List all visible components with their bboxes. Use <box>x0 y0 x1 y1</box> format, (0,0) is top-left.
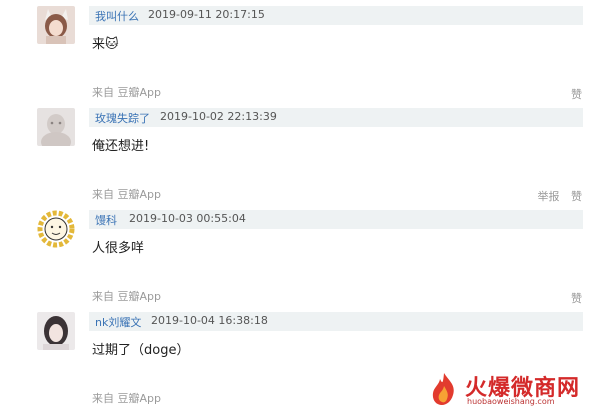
like-button[interactable]: 赞 <box>571 190 582 203</box>
comment-timestamp: 2019-10-04 16:38:18 <box>151 314 268 327</box>
comment-actions: 赞 <box>563 86 582 102</box>
comment-text: 来🐱 <box>92 37 119 52</box>
blurry-photo-avatar-icon <box>37 108 75 146</box>
like-button[interactable]: 赞 <box>571 88 582 101</box>
report-button[interactable]: 举报 <box>538 190 560 203</box>
comment-meta-bar: 玫瑰失踪了 2019-10-02 22:13:39 <box>89 108 583 127</box>
username-link[interactable]: 我叫什么 <box>95 8 139 24</box>
girl-photo-avatar-icon <box>37 312 75 350</box>
comment-meta-bar: 我叫什么 2019-09-11 20:17:15 <box>89 6 583 25</box>
avatar[interactable] <box>37 6 75 44</box>
comment-source: 来自 豆瓣App <box>92 290 161 303</box>
comment-item: 玫瑰失踪了 2019-10-02 22:13:39 俺还想进! 来自 豆瓣App… <box>0 102 600 204</box>
username-link[interactable]: 玫瑰失踪了 <box>95 110 150 126</box>
comment-source: 来自 豆瓣App <box>92 188 161 201</box>
comment-text: 人很多咩 <box>92 241 145 256</box>
username-link[interactable]: nk刘耀文 <box>95 314 141 330</box>
comment-source: 来自 豆瓣App <box>92 86 161 99</box>
comment-actions: 赞 <box>563 290 582 306</box>
comment-text: 过期了（doge） <box>92 343 190 358</box>
like-button[interactable]: 赞 <box>571 292 582 305</box>
comment-meta-bar: nk刘耀文 2019-10-04 16:38:18 <box>89 312 583 331</box>
avatar[interactable] <box>37 108 75 146</box>
comment-timestamp: 2019-09-11 20:17:15 <box>148 8 265 21</box>
comment-timestamp: 2019-10-02 22:13:39 <box>160 110 277 123</box>
comment-item: 我叫什么 2019-09-11 20:17:15 来🐱 来自 豆瓣App 赞 <box>0 0 600 102</box>
comment-source: 来自 豆瓣App <box>92 392 161 405</box>
flame-logo-icon <box>432 373 454 405</box>
comment-timestamp: 2019-10-03 00:55:04 <box>129 212 246 225</box>
watermark: 火爆微商网 huobaoweishang.com <box>425 370 590 408</box>
lion-cartoon-avatar-icon <box>37 210 75 248</box>
comment-meta-bar: 馒科 2019-10-03 00:55:04 <box>89 210 583 229</box>
cat-girl-avatar-icon <box>37 6 75 44</box>
comment-item: 馒科 2019-10-03 00:55:04 人很多咩 来自 豆瓣App 赞 <box>0 204 600 306</box>
avatar[interactable] <box>37 210 75 248</box>
username-link[interactable]: 馒科 <box>95 212 117 228</box>
watermark-url: huobaoweishang.com <box>467 397 555 406</box>
comment-actions: 举报 赞 <box>530 188 583 204</box>
comment-text: 俺还想进! <box>92 139 150 154</box>
avatar[interactable] <box>37 312 75 350</box>
